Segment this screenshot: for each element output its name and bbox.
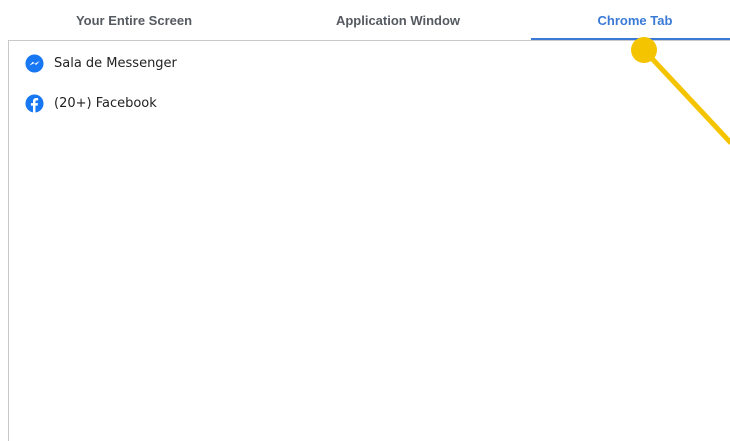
list-item-sala-de-messenger[interactable]: Sala de Messenger bbox=[25, 52, 177, 74]
tab-your-entire-screen[interactable]: Your Entire Screen bbox=[34, 0, 234, 40]
tab-list-panel: Sala de Messenger (20+) Facebook bbox=[8, 40, 730, 441]
source-tabs: Your Entire Screen Application Window Ch… bbox=[0, 0, 730, 41]
tab-application-window[interactable]: Application Window bbox=[298, 0, 498, 40]
list-item-facebook[interactable]: (20+) Facebook bbox=[25, 92, 157, 114]
facebook-icon bbox=[25, 93, 44, 113]
list-item-label: (20+) Facebook bbox=[54, 95, 157, 111]
list-item-label: Sala de Messenger bbox=[54, 55, 177, 71]
tab-chrome-tab[interactable]: Chrome Tab bbox=[535, 0, 730, 40]
messenger-icon bbox=[25, 53, 44, 73]
